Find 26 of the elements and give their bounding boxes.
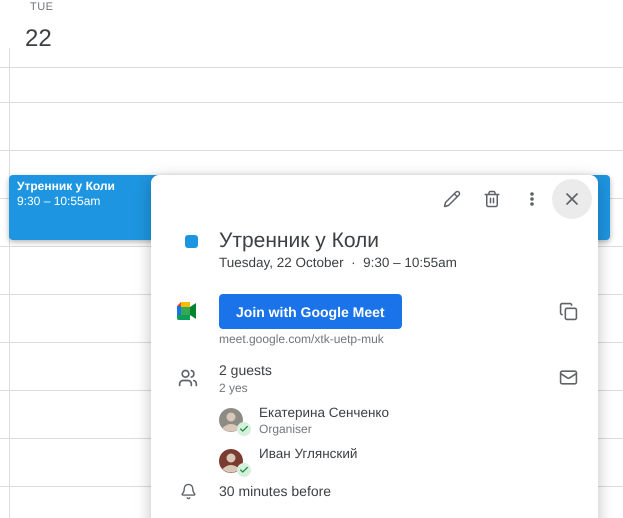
guest-count: 2 guests: [219, 362, 272, 378]
avatar: [219, 408, 243, 432]
event-date-time: Tuesday, 22 October · 9:30 – 10:55am: [219, 255, 457, 270]
event-color-square: [184, 235, 198, 248]
guest-name[interactable]: Иван Углянский: [259, 446, 358, 461]
mail-icon[interactable]: [558, 368, 578, 387]
guest-summary: 2 yes: [219, 381, 248, 395]
close-button[interactable]: [552, 179, 592, 219]
avatar: [219, 449, 243, 473]
event-time: 9:30 – 10:55am: [17, 194, 100, 209]
trash-icon: [483, 190, 501, 208]
guest-name[interactable]: Екатерина Сенченко: [259, 405, 389, 420]
reminder-text: 30 minutes before: [219, 483, 332, 499]
guest-role: Organiser: [259, 422, 312, 436]
people-icon: [178, 368, 198, 388]
date-number[interactable]: 22: [25, 25, 52, 53]
weekday-label: TUE: [30, 1, 54, 13]
event-title: Утренник у Коли: [17, 179, 115, 194]
event-title: Утренник у Коли: [219, 228, 380, 254]
video-camera-icon: [177, 302, 199, 320]
copy-icon[interactable]: [558, 302, 578, 321]
pencil-icon: [443, 190, 461, 208]
join-meet-button[interactable]: Join with Google Meet: [219, 294, 402, 329]
more-icon: [530, 192, 534, 206]
bell-icon: [180, 483, 196, 500]
meet-link[interactable]: meet.google.com/xtk-uetp-muk: [219, 332, 384, 346]
